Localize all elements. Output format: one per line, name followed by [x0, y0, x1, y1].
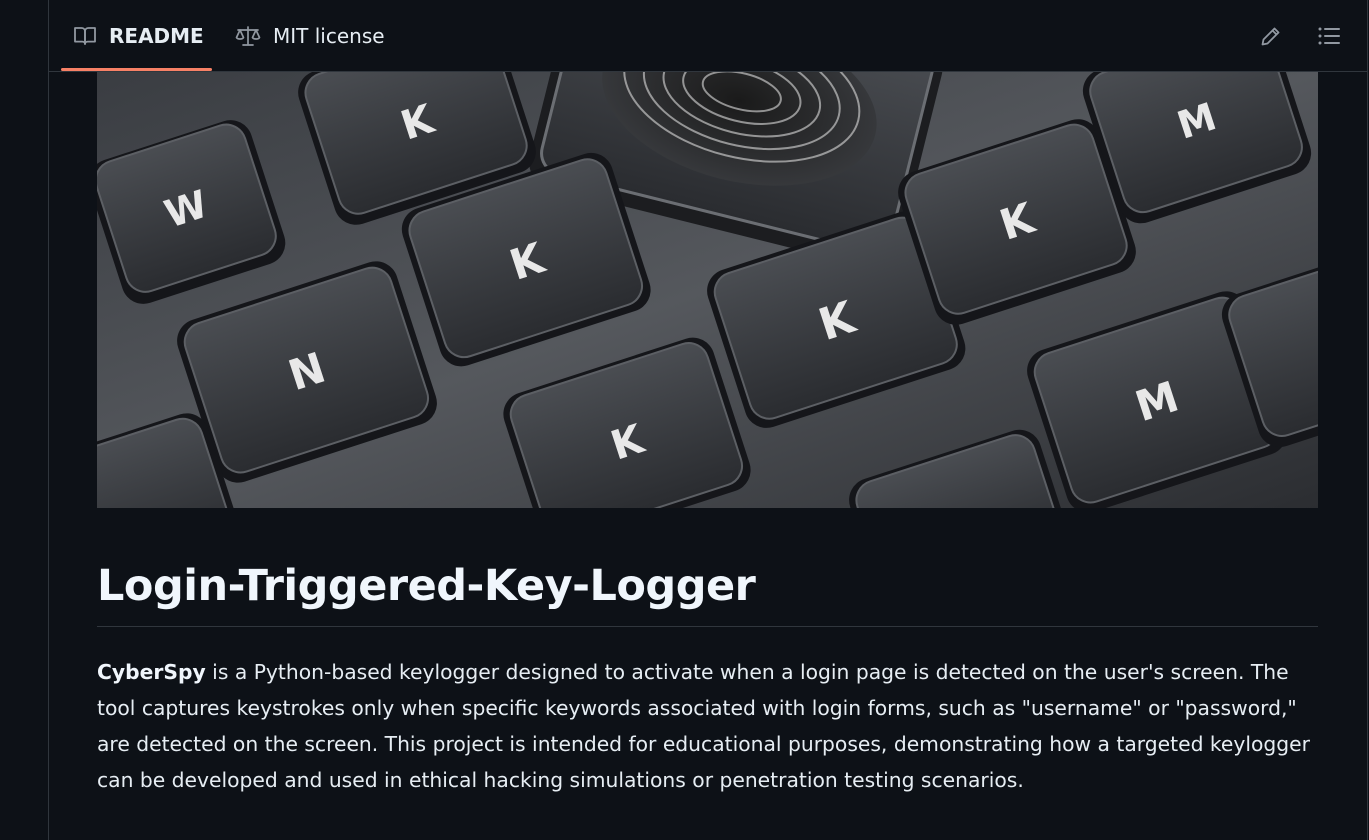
title-divider [97, 626, 1318, 627]
project-name: CyberSpy [97, 660, 206, 684]
readme-description: CyberSpy is a Python-based keylogger des… [97, 654, 1321, 798]
outline-button[interactable] [1313, 20, 1345, 52]
page-title: Login-Triggered-Key-Logger [97, 561, 756, 611]
book-icon [73, 25, 97, 47]
tab-license-label: MIT license [273, 24, 385, 48]
readme-tab-bar: README MIT license [49, 0, 1367, 72]
list-icon [1317, 25, 1341, 47]
description-text: is a Python-based keylogger designed to … [97, 660, 1310, 792]
edit-file-button[interactable] [1255, 20, 1287, 52]
tab-readme-label: README [109, 24, 204, 48]
tab-license[interactable]: MIT license [235, 0, 385, 72]
active-tab-indicator [61, 68, 212, 71]
scale-icon [235, 25, 261, 47]
hero-keyboard-image: W K N K K K K M M [97, 72, 1318, 508]
tab-readme[interactable]: README [73, 0, 204, 72]
readme-page: README MIT license W K N K K K K M M Log… [0, 0, 1369, 840]
readme-panel: README MIT license W K N K K K K M M Log… [48, 0, 1368, 840]
pencil-icon [1260, 25, 1282, 47]
